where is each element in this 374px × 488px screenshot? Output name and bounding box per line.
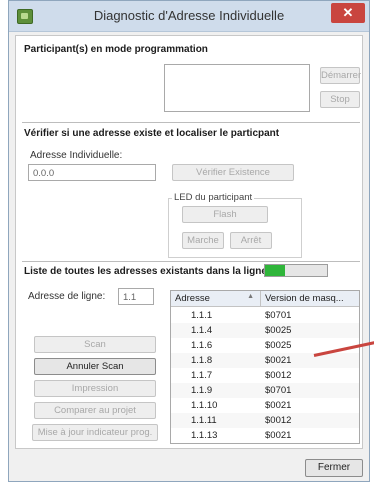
column-header-mask-version[interactable]: Version de masq... [261, 291, 359, 307]
address-cell: 1.1.9 [191, 385, 213, 396]
mask-version-cell: $0021 [265, 400, 292, 411]
table-row[interactable]: 1.1.13 $0021 [171, 428, 359, 443]
address-cell: 1.1.1 [191, 310, 213, 321]
column-header-address-label: Adresse [175, 293, 210, 304]
separator-2 [22, 261, 360, 262]
led-off-button[interactable]: Arrêt [230, 232, 272, 249]
table-row[interactable]: 1.1.10 $0021 [171, 398, 359, 413]
update-prog-indicator-button[interactable]: Mise à jour indicateur prog. [32, 424, 158, 441]
mask-version-cell: $0701 [265, 385, 292, 396]
table-row[interactable]: 1.1.7 $0012 [171, 368, 359, 383]
programming-participants-list [164, 64, 310, 112]
mask-version-cell: $0025 [265, 325, 292, 336]
address-table[interactable]: Adresse ▲ Version de masq... 1.1.1 $0701 1… [170, 290, 360, 444]
dialog-window: Diagnostic d'Adresse Individuelle ✕ Part… [8, 0, 370, 482]
line-address-input[interactable]: 1.1 [118, 288, 154, 305]
verify-existence-button[interactable]: Vérifier Existence [172, 164, 294, 181]
separator-1 [22, 122, 360, 123]
mask-version-cell: $0012 [265, 415, 292, 426]
scan-button[interactable]: Scan [34, 336, 156, 353]
verify-address-title: Vérifier si une adresse existe et locali… [24, 128, 280, 139]
programming-mode-title: Participant(s) en mode programmation [24, 44, 208, 55]
sort-arrow-icon: ▲ [247, 293, 254, 300]
address-cell: 1.1.8 [191, 355, 213, 366]
close-window-button[interactable]: ✕ [331, 3, 365, 23]
scan-progress-bar [264, 264, 328, 277]
address-cell: 1.1.7 [191, 370, 213, 381]
led-group-label: LED du participant [172, 192, 255, 203]
individual-address-input[interactable]: 0.0.0 [28, 164, 156, 181]
mask-version-cell: $0012 [265, 370, 292, 381]
individual-address-label: Adresse Individuelle: [30, 150, 123, 161]
address-cell: 1.1.4 [191, 325, 213, 336]
table-row[interactable]: 1.1.11 $0012 [171, 413, 359, 428]
stop-button[interactable]: Stop [320, 91, 360, 108]
print-button[interactable]: Impression [34, 380, 156, 397]
flash-button[interactable]: Flash [182, 206, 268, 223]
address-cell: 1.1.13 [191, 430, 218, 441]
line-address-label: Adresse de ligne: [28, 291, 106, 302]
address-list-title: Liste de toutes les adresses existants d… [24, 266, 267, 277]
table-row[interactable]: 1.1.1 $0701 [171, 308, 359, 323]
address-cell: 1.1.10 [191, 400, 218, 411]
address-cell: 1.1.11 [191, 415, 217, 426]
close-button[interactable]: Fermer [305, 459, 363, 477]
content-panel: Participant(s) en mode programmation Dém… [15, 35, 363, 449]
address-cell: 1.1.6 [191, 340, 213, 351]
table-row[interactable]: 1.1.4 $0025 [171, 323, 359, 338]
cancel-scan-button[interactable]: Annuler Scan [34, 358, 156, 375]
mask-version-cell: $0021 [265, 430, 292, 441]
window-title: Diagnostic d'Adresse Individuelle [93, 8, 285, 23]
mask-version-cell: $0025 [265, 340, 292, 351]
mask-version-cell: $0021 [265, 355, 292, 366]
led-on-button[interactable]: Marche [182, 232, 224, 249]
compare-project-button[interactable]: Comparer au projet [34, 402, 156, 419]
mask-version-cell: $0701 [265, 310, 292, 321]
table-row[interactable]: 1.1.9 $0701 [171, 383, 359, 398]
scan-progress-fill [265, 265, 285, 276]
column-header-address[interactable]: Adresse ▲ [171, 291, 261, 307]
start-button[interactable]: Démarrer [320, 67, 361, 84]
title-bar[interactable]: Diagnostic d'Adresse Individuelle ✕ [9, 1, 369, 32]
table-row[interactable]: 1.1.8 $0021 [171, 353, 359, 368]
